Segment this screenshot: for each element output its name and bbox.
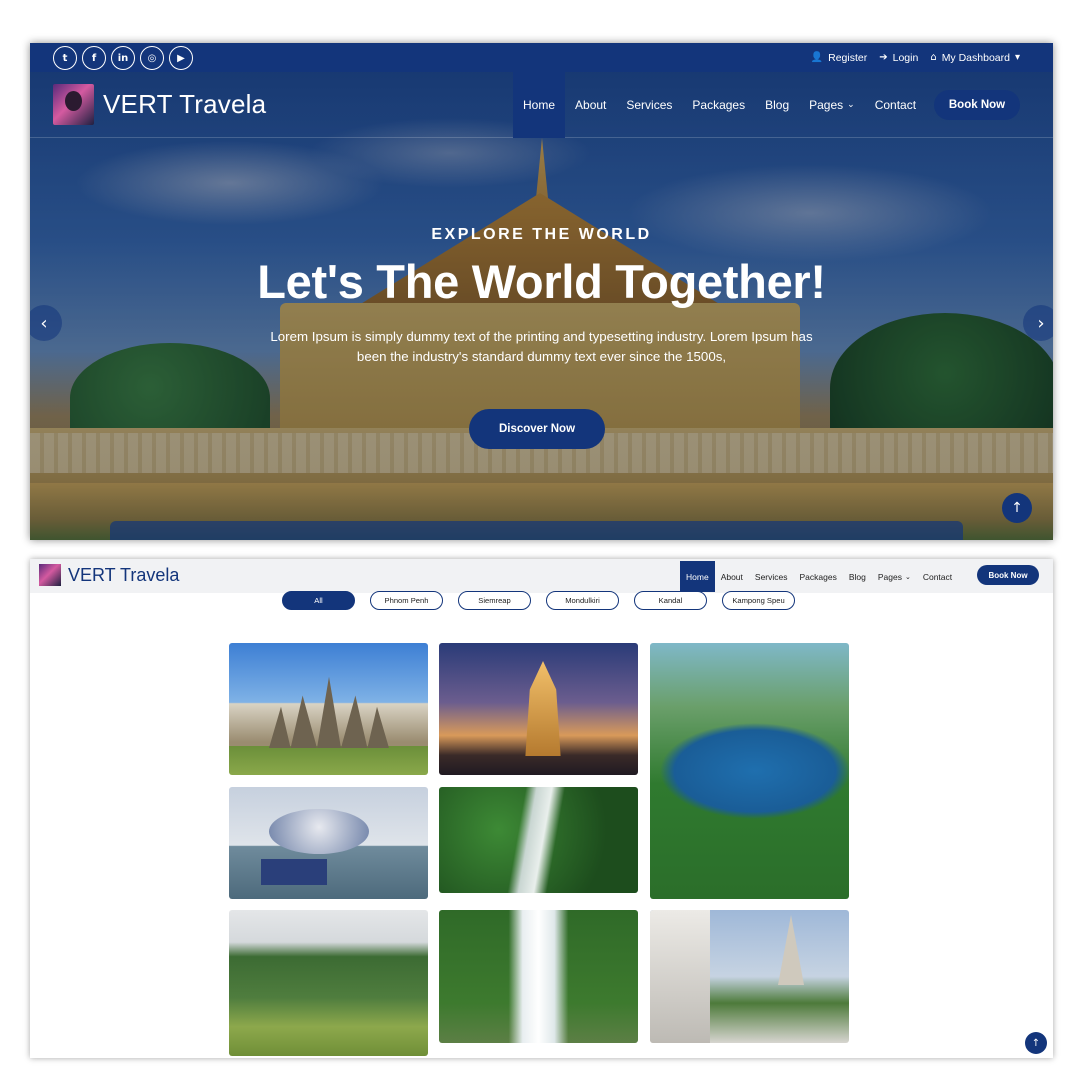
dashboard-label: My Dashboard — [941, 51, 1010, 64]
brand-name: VERT Travela — [103, 89, 267, 119]
caret-down-icon: ▾ — [1014, 52, 1020, 63]
filter-mondulkiri[interactable]: Mondulkiri — [546, 591, 619, 610]
hero-description: Lorem Ipsum is simply dummy text of the … — [270, 329, 813, 364]
chevron-down-icon: ⌄ — [847, 100, 855, 110]
search-strip — [110, 521, 963, 540]
book-now-button[interactable]: Book Now — [977, 565, 1039, 585]
nav-contact[interactable]: Contact — [865, 72, 926, 138]
hero-eyebrow: EXPLORE THE WORLD — [431, 226, 652, 243]
user-icon: 👤 — [810, 52, 824, 63]
sticky-navbar: VERT Travela Home About Services Package… — [30, 559, 1053, 593]
hero-headline: Let's The World Together! — [257, 255, 826, 308]
book-now-button[interactable]: Book Now — [934, 90, 1020, 120]
gallery-image-crater-lake[interactable] — [650, 643, 849, 899]
twitter-icon[interactable]: t — [53, 46, 77, 70]
filter-all[interactable]: All — [282, 591, 355, 610]
nav-pages[interactable]: Pages ⌄ — [799, 72, 865, 138]
login-link[interactable]: ➔ Login — [879, 52, 918, 64]
social-links: t f in ◎ ▶ — [53, 46, 193, 70]
nav-menu: Home About Services Packages Blog Pages … — [680, 561, 958, 592]
register-link[interactable]: 👤 Register — [811, 52, 868, 64]
nav-about[interactable]: About — [565, 72, 616, 138]
sign-in-icon: ➔ — [879, 52, 888, 63]
login-label: Login — [892, 51, 919, 64]
youtube-icon[interactable]: ▶ — [169, 46, 193, 70]
dashboard-dropdown[interactable]: ⌂ My Dashboard ▾ — [930, 52, 1020, 64]
gallery-image-independence-monument[interactable] — [439, 643, 638, 775]
filter-kampong-speu[interactable]: Kampong Speu — [722, 591, 795, 610]
gallery-screenshot: VERT Travela Home About Services Package… — [30, 559, 1053, 1058]
hero-screenshot: t f in ◎ ▶ 👤 Register ➔ Login ⌂ My Dashb… — [30, 43, 1053, 540]
facebook-icon[interactable]: f — [82, 46, 106, 70]
gallery-image-elephants-hills[interactable] — [229, 910, 428, 1056]
nav-home[interactable]: Home — [680, 561, 715, 592]
linkedin-icon[interactable]: in — [111, 46, 135, 70]
home-icon: ⌂ — [930, 52, 937, 63]
nav-packages[interactable]: Packages — [794, 561, 843, 592]
nav-pages-label: Pages — [809, 98, 844, 112]
filter-siemreap[interactable]: Siemreap — [458, 591, 531, 610]
brand[interactable]: VERT Travela — [39, 564, 179, 586]
register-label: Register — [828, 51, 868, 64]
top-bar: t f in ◎ ▶ 👤 Register ➔ Login ⌂ My Dashb… — [30, 43, 1053, 72]
nav-blog[interactable]: Blog — [843, 561, 872, 592]
chevron-down-icon: ⌄ — [904, 572, 911, 581]
brand-name: VERT Travela — [68, 564, 180, 585]
main-navbar: VERT Travela Home About Services Package… — [30, 72, 1053, 138]
filter-kandal[interactable]: Kandal — [634, 591, 707, 610]
chevron-right-icon[interactable]: › — [1023, 305, 1053, 341]
nav-contact[interactable]: Contact — [917, 561, 958, 592]
instagram-icon[interactable]: ◎ — [140, 46, 164, 70]
gallery-filters: All Phnom Penh Siemreap Mondulkiri Kanda… — [282, 591, 795, 610]
logo-image — [39, 564, 61, 586]
gallery-image-forest-stream[interactable] — [439, 787, 638, 893]
gallery-image-crab-statue[interactable] — [229, 787, 428, 899]
logo-image — [53, 84, 94, 125]
nav-menu: Home About Services Packages Blog Pages … — [513, 72, 926, 138]
nav-services[interactable]: Services — [616, 72, 682, 138]
nav-about[interactable]: About — [715, 561, 749, 592]
gallery-image-waterfall[interactable] — [439, 910, 638, 1043]
account-links: 👤 Register ➔ Login ⌂ My Dashboard ▾ — [811, 43, 1020, 72]
hero-content: EXPLORE THE WORLD Let's The World Togeth… — [30, 226, 1053, 367]
nav-packages[interactable]: Packages — [682, 72, 755, 138]
brand[interactable]: VERT Travela — [53, 84, 266, 125]
nav-services[interactable]: Services — [749, 561, 794, 592]
nav-blog[interactable]: Blog — [755, 72, 799, 138]
nav-home[interactable]: Home — [513, 72, 566, 138]
arrow-up-icon[interactable]: ↑ — [1025, 1032, 1047, 1054]
discover-now-button[interactable]: Discover Now — [469, 409, 605, 449]
arrow-up-icon[interactable]: ↑ — [1002, 493, 1032, 523]
filter-phnom-penh[interactable]: Phnom Penh — [370, 591, 443, 610]
nav-pages-label: Pages — [877, 571, 902, 582]
nav-pages[interactable]: Pages ⌄ — [872, 561, 917, 592]
gallery-image-angkor-wat[interactable] — [229, 643, 428, 775]
gallery-image-pagoda[interactable] — [650, 910, 849, 1043]
